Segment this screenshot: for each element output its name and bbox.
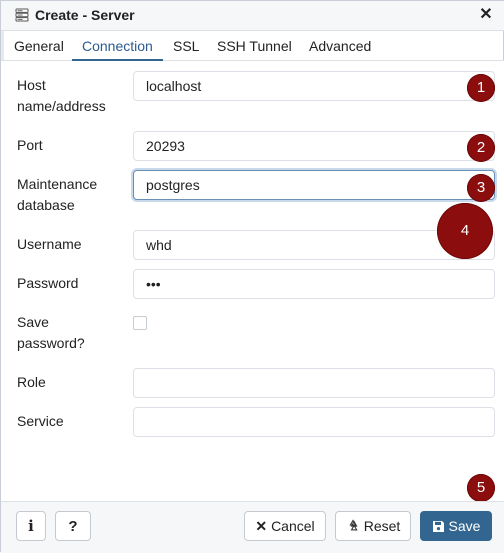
host-label-line2: name/address	[17, 98, 106, 114]
tab-connection[interactable]: Connection	[72, 31, 163, 61]
tab-bar: General Connection SSL SSH Tunnel Advanc…	[1, 31, 504, 61]
server-icon	[15, 8, 29, 22]
host-input[interactable]: localhost	[133, 71, 495, 101]
annotation-marker-2: 2	[467, 134, 495, 162]
recycle-icon	[346, 512, 360, 540]
help-icon: ?	[68, 518, 78, 535]
service-input[interactable]	[133, 407, 495, 437]
help-button[interactable]: ?	[55, 511, 91, 541]
tab-advanced[interactable]: Advanced	[309, 31, 371, 60]
connection-form: Host name/address localhost Port 20293 M…	[1, 61, 504, 501]
host-label-line1: Host	[17, 77, 46, 93]
maintenance-db-label: Maintenance database	[17, 174, 127, 216]
save-password-checkbox[interactable]	[133, 316, 147, 330]
create-server-dialog: Create - Server ✕ General Connection SSL…	[0, 0, 504, 553]
tab-ssh-tunnel[interactable]: SSH Tunnel	[217, 31, 292, 60]
role-input[interactable]	[133, 368, 495, 398]
host-label: Host name/address	[17, 75, 127, 117]
maintenance-db-input[interactable]: postgres	[133, 170, 495, 200]
save-label: Save	[448, 518, 481, 534]
annotation-marker-5: 5	[467, 474, 495, 502]
save-password-label-line2: password?	[17, 335, 85, 351]
save-password-label: Save password?	[17, 312, 127, 354]
floppy-disk-icon	[432, 512, 445, 540]
annotation-marker-3: 3	[467, 174, 495, 202]
password-input[interactable]: •••	[133, 269, 495, 299]
port-label: Port	[17, 137, 43, 153]
reset-button[interactable]: Reset	[335, 511, 411, 541]
maintenance-db-label-line2: database	[17, 197, 75, 213]
dialog-titlebar[interactable]: Create - Server ✕	[1, 1, 504, 31]
tab-ssl[interactable]: SSL	[173, 31, 199, 60]
reset-label: Reset	[363, 518, 401, 534]
username-label: Username	[17, 236, 82, 252]
close-icon[interactable]: ✕	[477, 5, 495, 25]
role-label: Role	[17, 374, 46, 390]
password-label: Password	[17, 275, 79, 291]
save-password-label-line1: Save	[17, 314, 49, 330]
close-icon: ✕	[255, 518, 268, 534]
annotation-marker-4: 4	[437, 203, 493, 259]
maintenance-db-label-line1: Maintenance	[17, 176, 98, 192]
dialog-footer: i ? ✕ Cancel Reset Save	[1, 501, 504, 553]
save-button[interactable]: Save	[420, 511, 492, 541]
service-label: Service	[17, 413, 64, 429]
dialog-title: Create - Server	[35, 7, 135, 23]
annotation-marker-1: 1	[467, 74, 495, 102]
cancel-label: Cancel	[271, 518, 315, 534]
info-button[interactable]: i	[16, 511, 46, 541]
cancel-button[interactable]: ✕ Cancel	[244, 511, 326, 541]
port-input[interactable]: 20293	[133, 131, 495, 161]
info-icon: i	[28, 517, 34, 535]
tab-general[interactable]: General	[14, 31, 64, 60]
